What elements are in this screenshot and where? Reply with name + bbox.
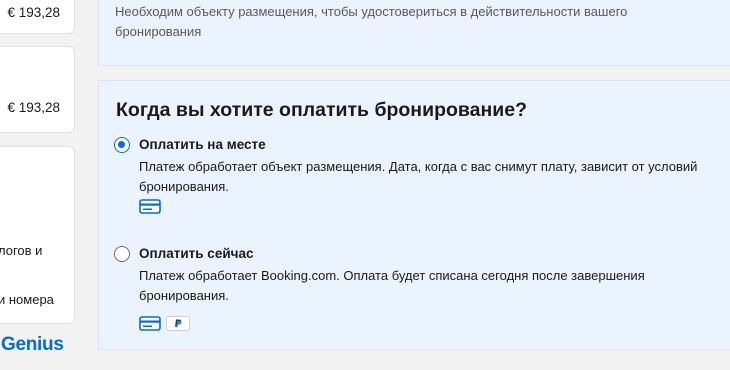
payment-timing-title: Когда вы хотите оплатить бронирование? xyxy=(116,99,527,121)
truncated-text: логов и xyxy=(0,243,43,258)
genius-card: Genius xyxy=(0,330,75,370)
info-panel: Необходим объекту размещения, чтобы удос… xyxy=(98,0,730,66)
pay-at-property-radio[interactable] xyxy=(114,137,130,153)
genius-logo: Genius xyxy=(1,334,64,355)
credit-card-icon xyxy=(139,199,161,214)
pay-now-radio[interactable] xyxy=(114,246,130,262)
price-value: € 193,28 xyxy=(7,5,60,20)
paypal-icon xyxy=(166,316,190,331)
option-label[interactable]: Оплатить на месте xyxy=(139,137,266,152)
credit-card-icon xyxy=(139,316,161,331)
option-label[interactable]: Оплатить сейчас xyxy=(139,246,253,261)
price-card-total: € 193,28 xyxy=(0,46,75,133)
truncated-text: и номера xyxy=(0,292,54,307)
info-text: Необходим объекту размещения, чтобы удос… xyxy=(115,4,628,39)
payment-timing-panel: Когда вы хотите оплатить бронирование? О… xyxy=(98,80,730,350)
payment-methods xyxy=(139,316,190,331)
details-card: логов и и номера xyxy=(0,146,75,324)
price-card-top: € 193,28 xyxy=(0,0,75,34)
option-description: Платеж обработает объект размещения. Дат… xyxy=(139,159,698,194)
option-description: Платеж обработает Booking.com. Оплата бу… xyxy=(139,268,645,303)
price-value: € 193,28 xyxy=(7,100,60,115)
payment-methods xyxy=(139,199,161,214)
